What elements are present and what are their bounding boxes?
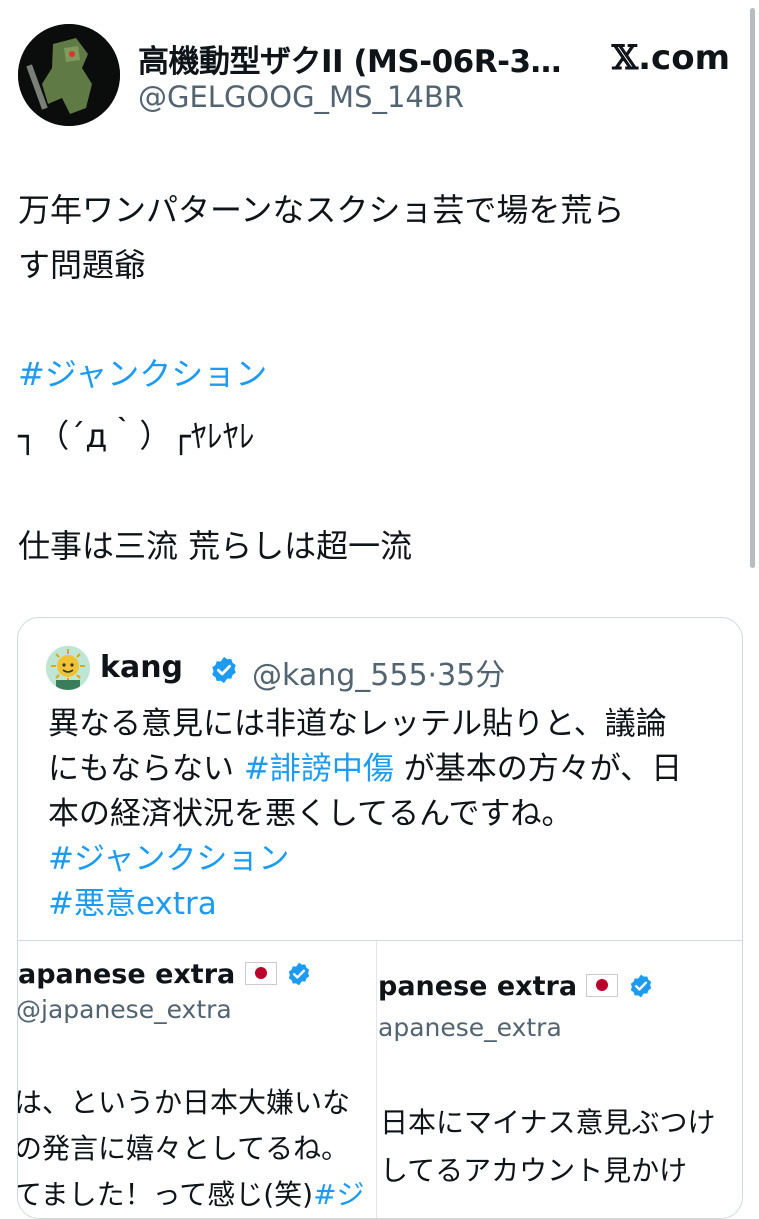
tweet-line-2: す問題爺: [18, 246, 147, 284]
media-left-name-row: apanese extra: [18, 959, 312, 990]
verified-badge-icon: [212, 656, 236, 684]
media-screenshot-left[interactable]: apanese extra @japanese_extra は、というか日本大嫌…: [18, 941, 377, 1218]
japan-flag-icon: [586, 974, 619, 997]
quoted-tweet[interactable]: kang @kang_555·35分 異なる意見には非道なレッテル貼りと、議論 …: [17, 617, 743, 1219]
quote-hashtag-junction[interactable]: #ジャンクション: [48, 837, 289, 882]
quote-line-2-pre: にもならない: [48, 751, 244, 787]
media-right-line-2: してるアカウント見かけ: [380, 1154, 688, 1187]
scrollbar[interactable]: [750, 8, 755, 568]
quote-author-name[interactable]: kang: [100, 650, 183, 685]
media-right-line-1: 日本にマイナス意見ぶつけ: [380, 1106, 716, 1139]
quote-handle-time[interactable]: @kang_555·35分: [252, 650, 505, 694]
quote-avatar[interactable]: [46, 646, 90, 690]
media-screenshot-right[interactable]: ˇ panese extra apanese_extra 日本にマイナス意見ぶつ…: [378, 941, 742, 1218]
quote-line-2-post: が基本の方々が、日: [393, 751, 683, 787]
media-left-handle: @japanese_extra: [18, 995, 232, 1024]
media-left-line-3-text: てました！って感じ(笑): [18, 1178, 314, 1211]
media-right-handle: apanese_extra: [378, 1013, 562, 1042]
kaomoji: ┐（´д｀）┌ﾔﾚﾔﾚ: [18, 417, 255, 455]
media-left-line-3: てました！って感じ(笑)#ジ: [18, 1173, 365, 1213]
media-left-line-2: の発言に嬉々としてるね。: [18, 1132, 350, 1165]
media-left-hashtag: #ジ: [313, 1178, 365, 1211]
quote-line-3: 本の経済状況を悪くしてるんですね。: [48, 796, 573, 832]
display-name[interactable]: 高機動型ザクII (MS-06R-3…: [138, 36, 562, 81]
tweet-header: 高機動型ザクII (MS-06R-3… @GELGOOG_MS_14BR 𝕏.c…: [18, 22, 738, 132]
media-right-name-row: panese extra: [378, 971, 654, 1002]
quote-hashtag-extra[interactable]: #悪意extra: [48, 882, 217, 927]
media-right-name: panese extra: [378, 971, 578, 1002]
media-left-name: apanese extra: [18, 959, 236, 990]
quote-line-1: 異なる意見には非道なレッテル貼りと、議論: [48, 706, 667, 742]
hashtag-junction[interactable]: #ジャンクション: [18, 352, 267, 396]
avatar[interactable]: [18, 24, 120, 126]
hashtag-slander[interactable]: #誹謗中傷: [244, 751, 394, 787]
x-logo-glyph: 𝕏: [611, 38, 639, 78]
brand-suffix: .com: [638, 38, 730, 78]
tweet-line-3: 仕事は三流 荒らしは超一流: [18, 527, 413, 565]
verified-badge-icon: [630, 974, 652, 998]
tweet-line-1: 万年ワンパターンなスクショ芸で場を荒ら: [18, 191, 625, 229]
media-left-line-1: は、というか日本大嫌いな: [18, 1086, 351, 1119]
user-handle[interactable]: @GELGOOG_MS_14BR: [138, 80, 464, 114]
quote-line-2: にもならない #誹謗中傷 が基本の方々が、日: [48, 747, 682, 792]
quote-media[interactable]: apanese extra @japanese_extra は、というか日本大嫌…: [18, 940, 742, 1218]
verified-badge-icon: [288, 962, 310, 986]
x-logo-icon: 𝕏.com: [612, 38, 730, 78]
japan-flag-icon: [244, 962, 277, 985]
